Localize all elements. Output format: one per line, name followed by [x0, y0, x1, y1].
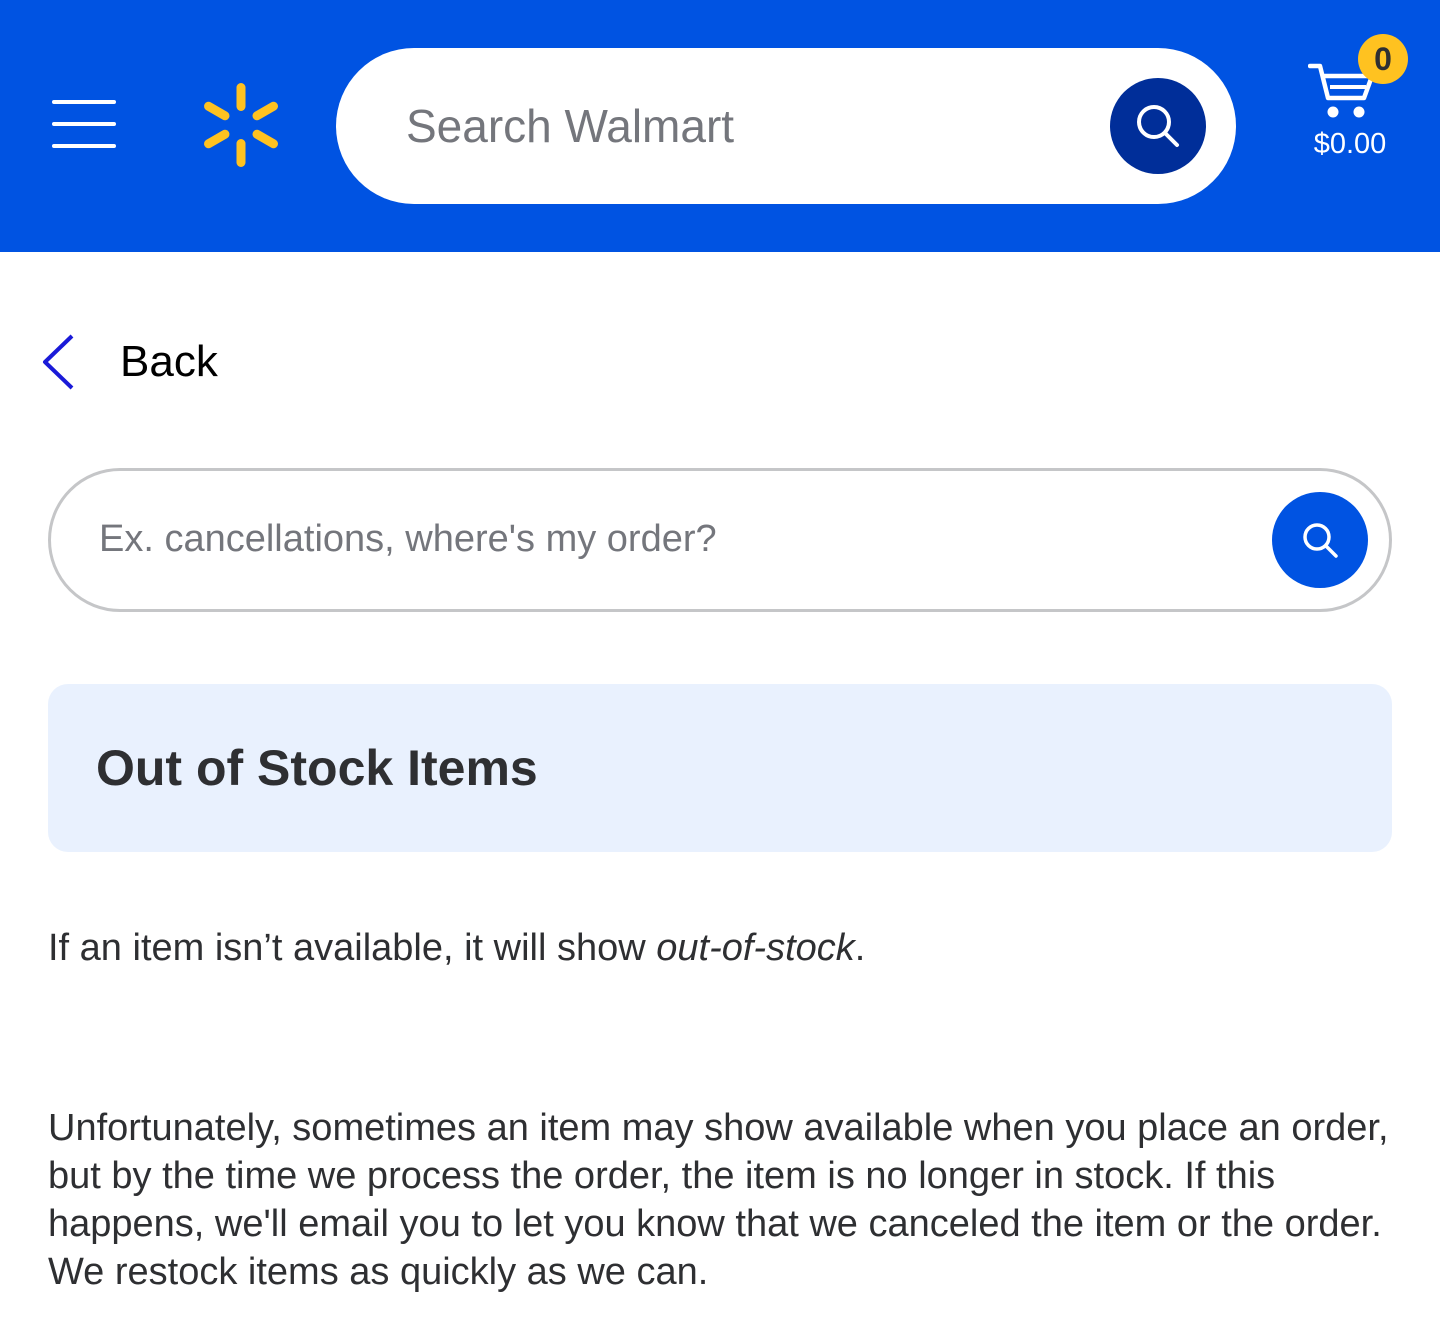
- article-title: Out of Stock Items: [96, 740, 538, 796]
- back-label: Back: [120, 337, 218, 386]
- cart-count-badge: 0: [1358, 34, 1408, 84]
- emphasis-text: out-of-stock: [656, 927, 855, 969]
- menu-icon[interactable]: [52, 100, 116, 150]
- main-search-input[interactable]: [406, 86, 1086, 166]
- help-search-bar: [48, 468, 1392, 612]
- top-header: 0 $0.00: [0, 0, 1440, 252]
- cart-button[interactable]: 0 $0.00: [1300, 30, 1420, 170]
- search-icon: [1303, 523, 1338, 558]
- main-search-button[interactable]: [1110, 78, 1206, 174]
- article-title-box: Out of Stock Items: [48, 684, 1392, 852]
- search-icon: [1137, 105, 1179, 147]
- spark-logo-icon[interactable]: [198, 80, 284, 170]
- cart-total: $0.00: [1313, 128, 1387, 160]
- main-search-bar: [336, 48, 1236, 204]
- chevron-left-icon: [43, 334, 74, 390]
- article-paragraph: If an item isn’t available, it will show…: [48, 920, 1392, 976]
- paragraph-text: .: [854, 927, 866, 969]
- help-search-input[interactable]: [99, 503, 1199, 575]
- help-search-button[interactable]: [1272, 492, 1368, 588]
- article-paragraph: Unfortunately, sometimes an item may sho…: [48, 1107, 1389, 1293]
- paragraph-text: If an item isn’t available, it will show: [48, 927, 657, 969]
- back-link[interactable]: Back: [40, 330, 218, 394]
